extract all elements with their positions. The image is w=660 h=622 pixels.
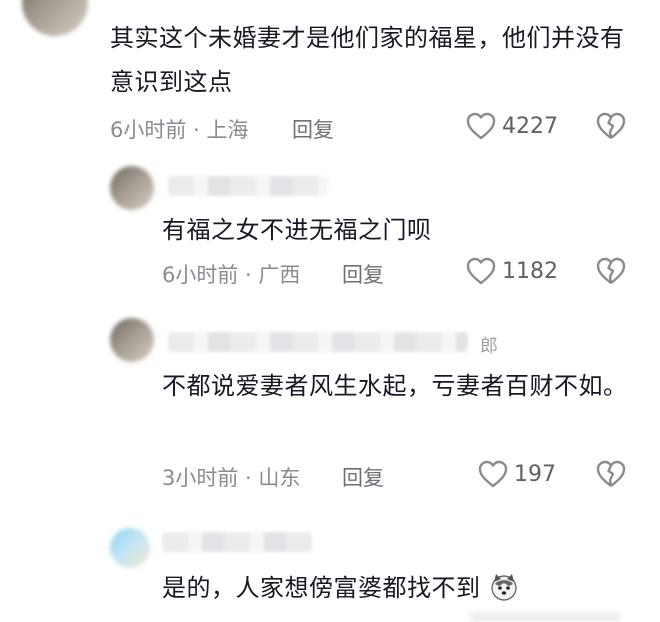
like-count: 4227: [502, 113, 558, 139]
comment-text: 不都说爱妻者风生水起，亏妻者百财不如。: [162, 372, 628, 400]
reply-button[interactable]: 回复: [342, 259, 384, 289]
comment-text: 有福之女不进无福之门呗: [162, 216, 432, 244]
comment-text-content: 是的，人家想傍富婆都找不到: [162, 574, 481, 602]
username[interactable]: [162, 532, 312, 552]
comment-location: 上海: [206, 118, 249, 142]
heart-outline-icon: [466, 257, 496, 285]
dislike-button[interactable]: [596, 257, 626, 285]
reply-button[interactable]: 回复: [342, 462, 384, 492]
comment-meta: 6小时前 · 上海: [110, 114, 248, 144]
comment-location: 山东: [258, 466, 301, 490]
comment-text: 其实这个未婚妻才是他们家的福星，他们并没有意识到这点: [110, 24, 625, 96]
like-count: 1182: [502, 258, 558, 284]
username-tail: 郎: [480, 336, 498, 357]
username[interactable]: [168, 176, 328, 196]
broken-heart-icon: [596, 257, 626, 285]
comment-time: 6小时前: [110, 118, 187, 142]
like-button[interactable]: 197: [478, 460, 556, 488]
blurred-fragment: [470, 612, 620, 622]
dislike-button[interactable]: [596, 112, 626, 140]
husky-emoji-icon: [489, 572, 519, 602]
avatar[interactable]: [22, 0, 88, 36]
avatar[interactable]: [110, 528, 150, 568]
comment-location: 广西: [258, 263, 301, 287]
dislike-button[interactable]: [596, 460, 626, 488]
comment-meta: 6小时前 · 广西: [162, 259, 300, 289]
username[interactable]: [168, 332, 468, 352]
avatar[interactable]: [110, 166, 154, 210]
heart-outline-icon: [466, 112, 496, 140]
meta-separator: ·: [238, 263, 259, 287]
like-button[interactable]: 1182: [466, 257, 558, 285]
broken-heart-icon: [596, 112, 626, 140]
comment-time: 6小时前: [162, 263, 239, 287]
avatar[interactable]: [110, 318, 154, 362]
reply-button[interactable]: 回复: [292, 114, 334, 144]
comment-text: 是的，人家想傍富婆都找不到: [162, 566, 642, 610]
like-count: 197: [514, 461, 556, 487]
heart-outline-icon: [478, 460, 508, 488]
meta-separator: ·: [238, 466, 259, 490]
meta-separator: ·: [186, 118, 207, 142]
comment-time: 3小时前: [162, 466, 239, 490]
broken-heart-icon: [596, 460, 626, 488]
like-button[interactable]: 4227: [466, 112, 558, 140]
comment-meta: 3小时前 · 山东: [162, 462, 300, 492]
